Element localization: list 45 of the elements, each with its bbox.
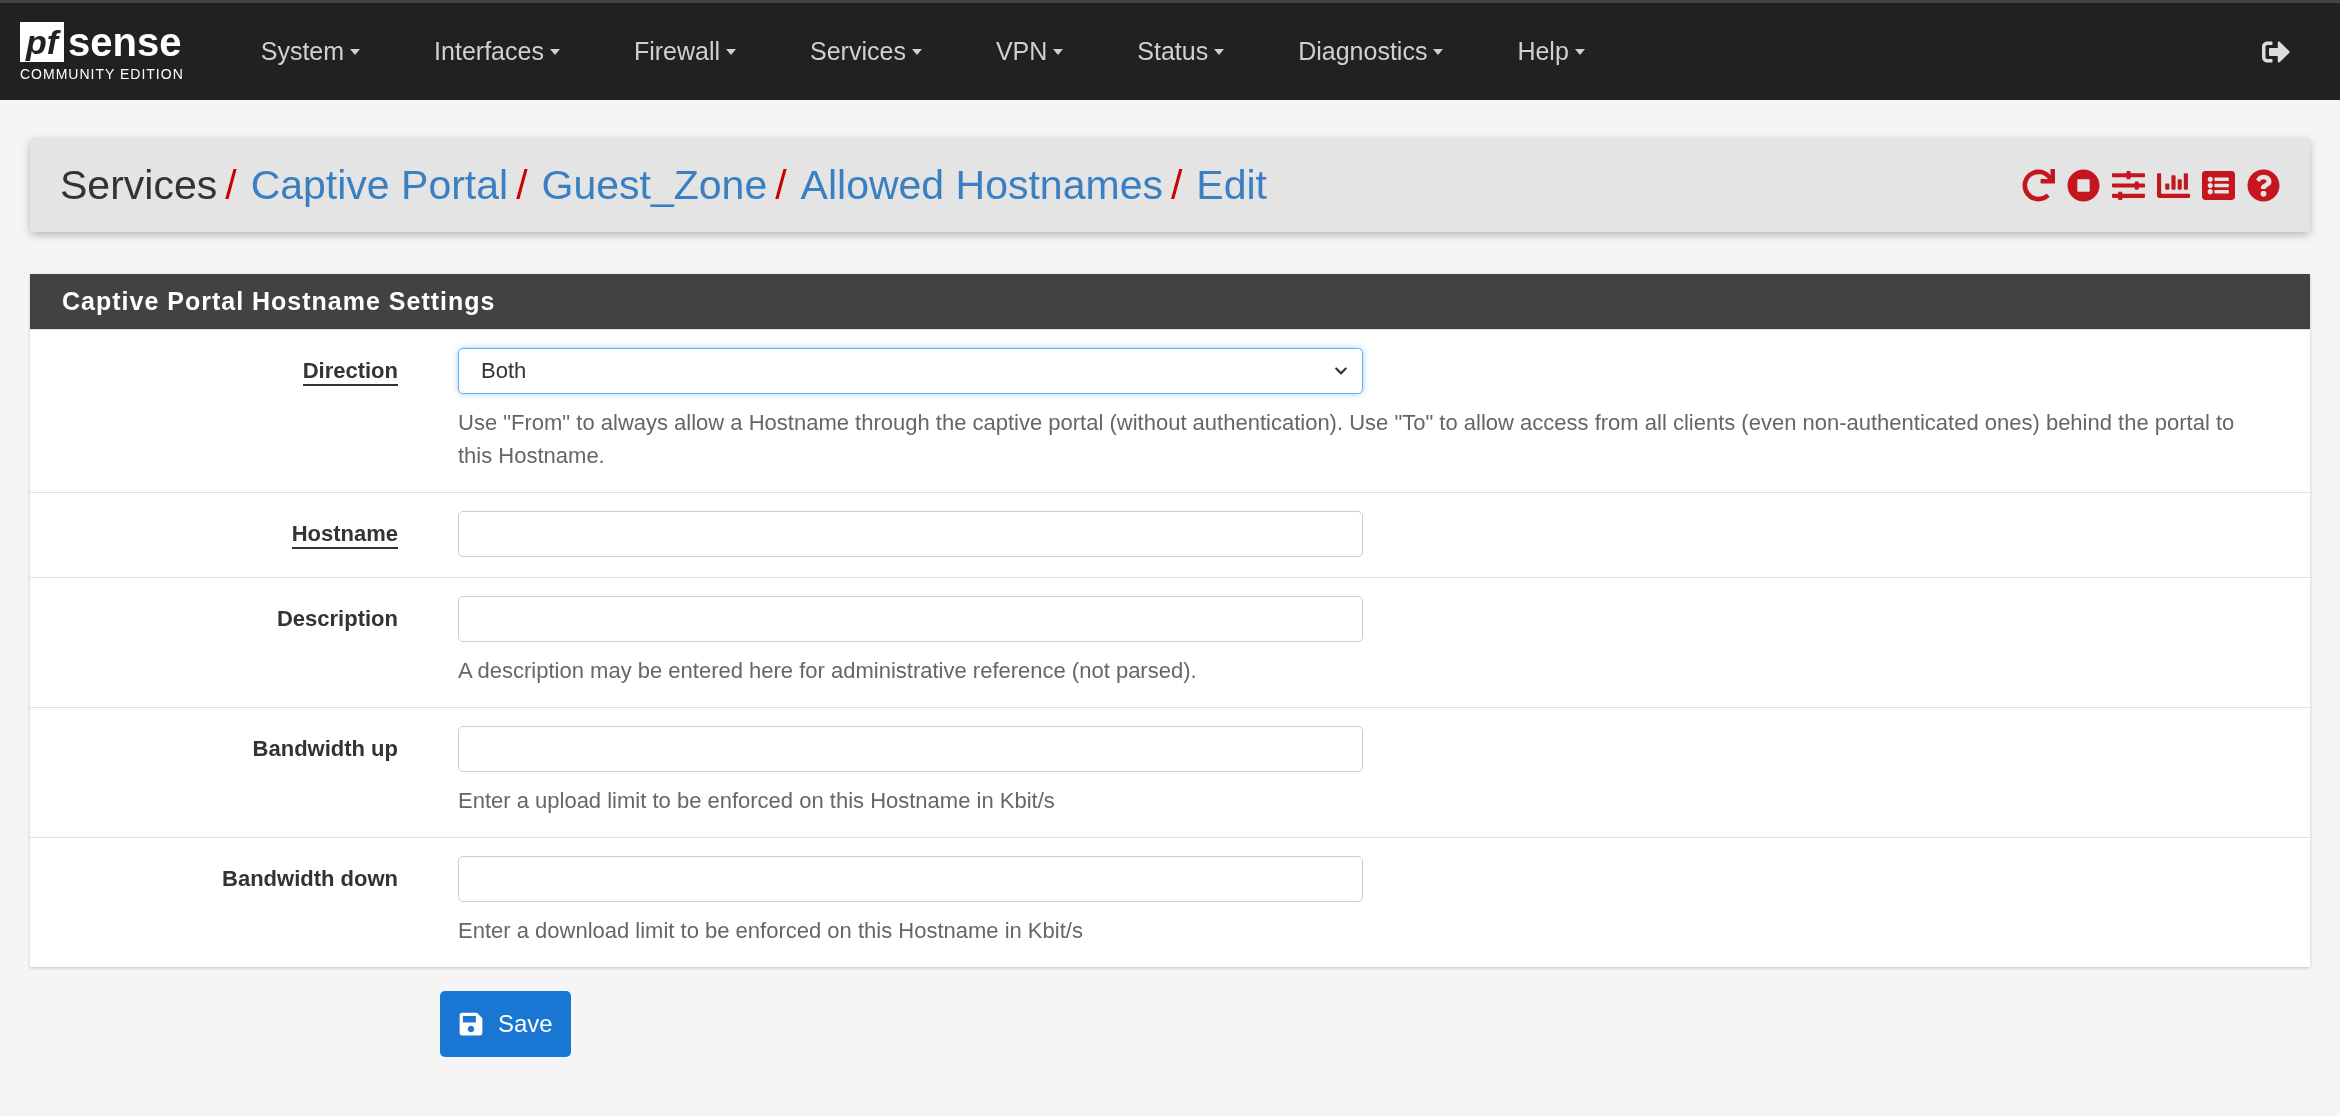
save-button[interactable]: Save [440, 991, 571, 1057]
breadcrumb-text: Services [60, 161, 218, 209]
caret-icon [726, 48, 736, 55]
nav-menu-item[interactable]: Status [1137, 37, 1225, 66]
stop-icon[interactable] [2067, 168, 2100, 202]
sliders-icon[interactable] [2112, 168, 2145, 202]
input-field[interactable] [458, 511, 1363, 557]
caret-icon [1433, 48, 1444, 55]
input-field[interactable] [458, 856, 1363, 902]
breadcrumb-separator: / [516, 161, 528, 209]
caret-icon [1214, 48, 1225, 55]
nav-menu-item[interactable]: Help [1517, 37, 1585, 66]
nav-menu-item[interactable]: System [260, 37, 361, 66]
field-label: Direction [302, 358, 398, 386]
nav-menu-item[interactable]: Interfaces [434, 37, 560, 66]
help-text: A description may be entered here for administrative reference (not parsed). [458, 657, 1198, 685]
breadcrumb-separator: / [1170, 161, 1183, 209]
nav-menu-item[interactable]: Firewall [633, 37, 736, 66]
caret-icon [549, 48, 560, 55]
input-field[interactable] [458, 596, 1363, 642]
reload-icon[interactable] [2022, 168, 2055, 202]
nav-menu-item[interactable]: Services [810, 37, 922, 66]
field-label: Description [276, 606, 398, 632]
help-text: Enter a download limit to be enforced on this Hostname in Kbit/s [458, 917, 1084, 945]
caret-icon [1574, 48, 1585, 55]
edition-label: COMMUNITY EDITION [20, 65, 184, 82]
caret-icon [350, 48, 361, 55]
caret-icon [1053, 48, 1064, 55]
help-icon[interactable] [2247, 168, 2280, 202]
help-text: Enter a upload limit to be enforced on this Hostname in Kbit/s [458, 787, 1056, 815]
caret-icon [911, 48, 922, 55]
field-label: Hostname [291, 521, 398, 549]
field-label: Bandwidth up [252, 736, 398, 762]
breadcrumb-separator: / [775, 161, 787, 209]
list-icon[interactable] [2202, 168, 2235, 202]
nav-menu-item[interactable]: VPN [995, 37, 1064, 66]
breadcrumb-separator: / [225, 161, 237, 209]
logo-mark[interactable]: pf [20, 21, 65, 62]
field-label: Bandwidth down [222, 866, 398, 892]
panel-title: Captive Portal Hostname Settings [30, 274, 2310, 329]
direction-select[interactable]: Both [458, 348, 1363, 394]
logo-text[interactable]: sense [68, 21, 182, 62]
help-text: Use "From" to always allow a Hostname through the captive portal (without authentication). Use "To" to allow access from all clients (even non-authenticated ones) behind the portal to this Hostname. [458, 409, 2236, 470]
nav-menu-item[interactable]: Diagnostics [1298, 37, 1444, 66]
input-field[interactable] [458, 726, 1363, 772]
